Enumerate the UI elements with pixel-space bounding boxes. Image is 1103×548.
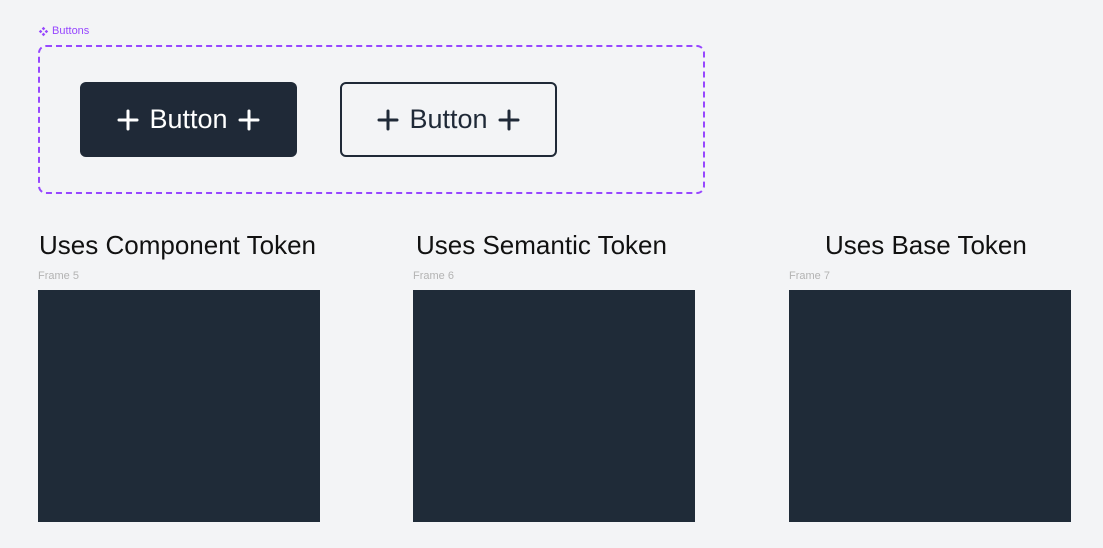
plus-icon <box>498 109 520 131</box>
component-icon <box>38 26 49 37</box>
outlined-button[interactable]: Button <box>340 82 557 157</box>
outlined-button-label: Button <box>409 104 488 134</box>
frame-7[interactable] <box>789 290 1071 522</box>
filled-button[interactable]: Button <box>80 82 297 157</box>
section-title-component-token: Uses Component Token <box>39 230 317 260</box>
frame-6[interactable] <box>413 290 695 522</box>
section-title-base-token: Uses Base Token <box>825 230 1027 260</box>
component-set-name: Buttons <box>52 25 90 37</box>
frame-label-7[interactable]: Frame 7 <box>789 269 830 283</box>
filled-button-label: Button <box>149 104 228 134</box>
frame-label-5[interactable]: Frame 5 <box>38 269 79 283</box>
plus-icon <box>377 109 399 131</box>
plus-icon <box>117 109 139 131</box>
frame-5[interactable] <box>38 290 320 522</box>
frame-label-6[interactable]: Frame 6 <box>413 269 454 283</box>
plus-icon <box>238 109 260 131</box>
component-set-label[interactable]: Buttons <box>38 24 89 38</box>
section-title-semantic-token: Uses Semantic Token <box>416 230 667 260</box>
